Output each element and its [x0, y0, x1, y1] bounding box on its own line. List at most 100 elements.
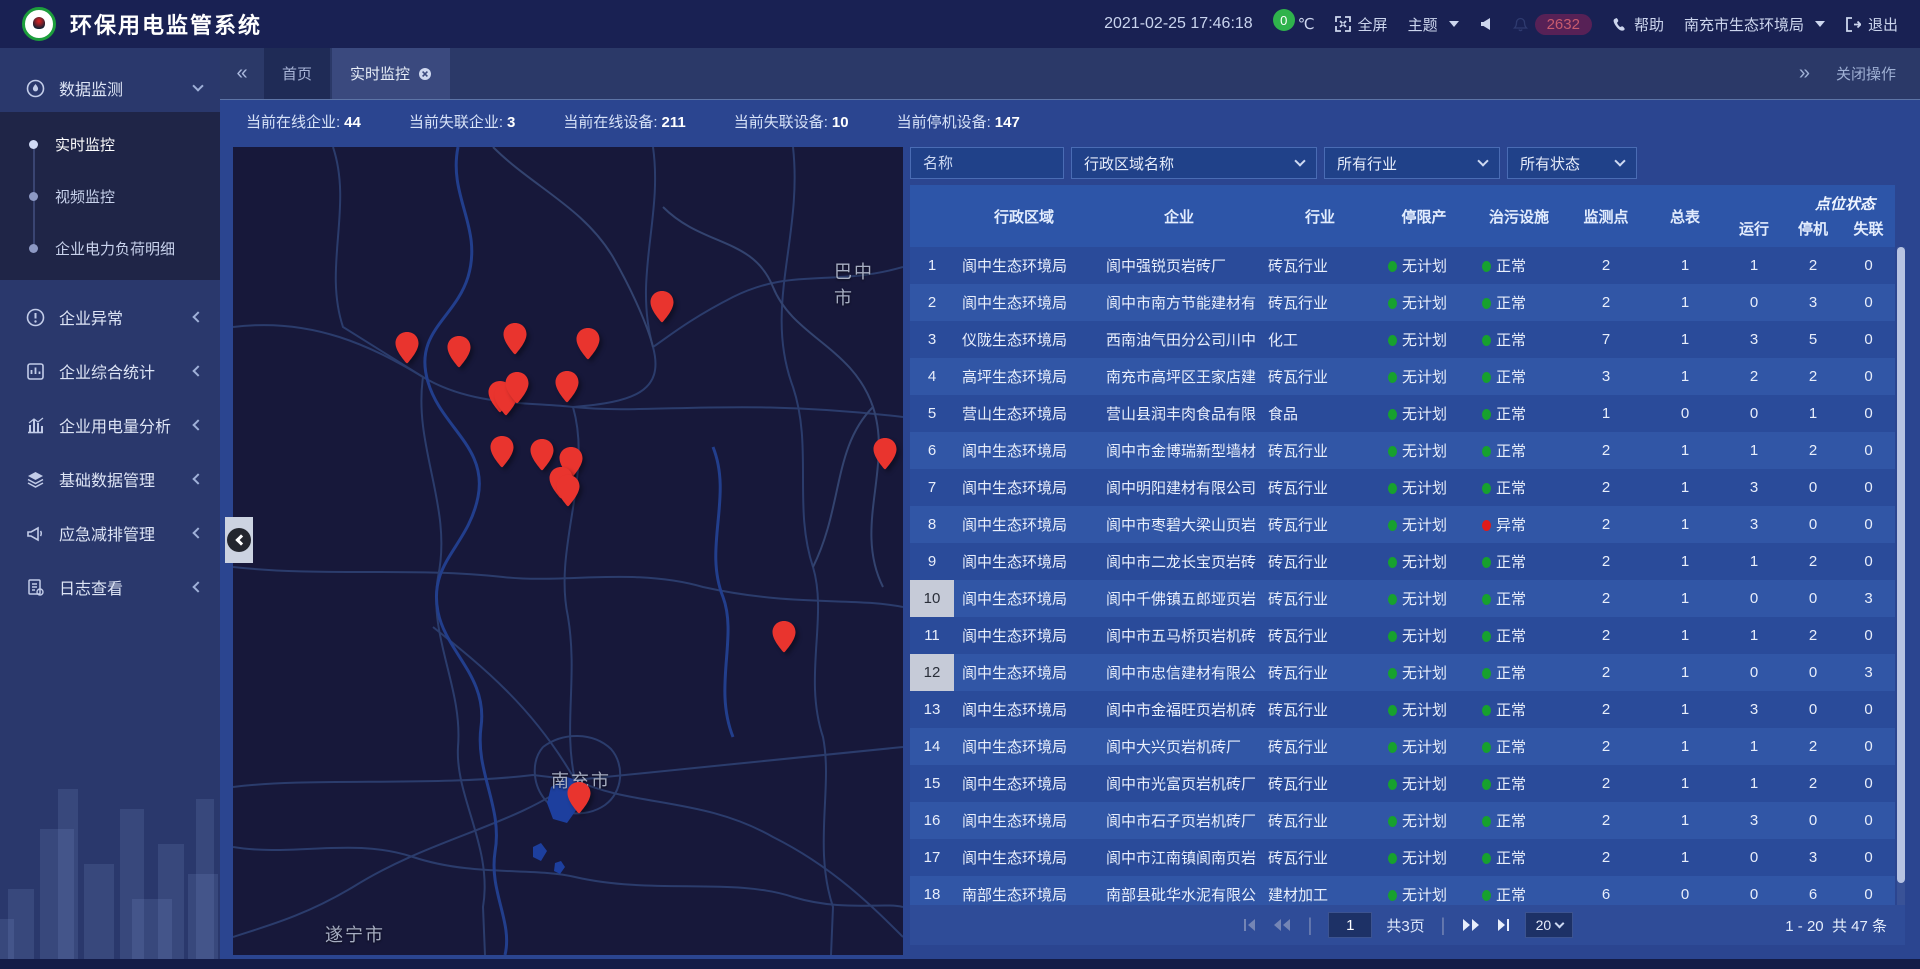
cell-halt: 2	[1784, 257, 1842, 274]
sidebar-item-label: 基础数据管理	[59, 467, 155, 491]
status-dot-icon	[1388, 631, 1397, 642]
scrollbar-thumb[interactable]	[1897, 247, 1905, 883]
sidebar-item-video-monitor[interactable]: 视频监控	[0, 170, 220, 222]
table-row[interactable]: 18 南部生态环境局 南部县砒华水泥有限公 建材加工 无计划 正常 6 0 0 …	[910, 876, 1895, 905]
status-dot-icon	[1482, 816, 1491, 827]
table-row[interactable]: 9 阆中生态环境局 阆中市二龙长宝页岩砖 砖瓦行业 无计划 正常 2 1 1 2…	[910, 543, 1895, 580]
notifications[interactable]: 2632	[1513, 14, 1592, 35]
bullet-dot-icon	[29, 192, 38, 201]
table-row[interactable]: 5 营山生态环境局 营山县润丰肉食品有限 食品 无计划 正常 1 0 0 1 0	[910, 395, 1895, 432]
sidebar-item-power-load-detail[interactable]: 企业电力负荷明细	[0, 222, 220, 274]
table-row[interactable]: 2 阆中生态环境局 阆中市南方节能建材有 砖瓦行业 无计划 正常 2 1 0 3…	[910, 284, 1895, 321]
status-dot-icon	[1482, 520, 1491, 531]
last-page-button[interactable]	[1495, 918, 1511, 932]
map-marker-pin[interactable]	[575, 327, 601, 361]
cell-lost: 0	[1842, 886, 1895, 903]
cell-industry: 砖瓦行业	[1264, 292, 1376, 313]
map[interactable]: 巴中市南充市遂宁市	[233, 147, 903, 955]
tabs-scroll-right-button[interactable]: »	[1799, 62, 1810, 85]
next-page-button[interactable]	[1461, 918, 1481, 932]
cell-industry: 砖瓦行业	[1264, 588, 1376, 609]
cell-region: 阆中生态环境局	[954, 810, 1094, 831]
help-button[interactable]: 帮助	[1612, 14, 1664, 35]
page-size-select[interactable]: 20	[1525, 912, 1573, 938]
table-row[interactable]: 17 阆中生态环境局 阆中市江南镇阆南页岩 砖瓦行业 无计划 正常 2 1 0 …	[910, 839, 1895, 876]
status-dot-icon	[1482, 261, 1491, 272]
chevron-left-icon	[192, 311, 203, 322]
sidebar-item-log-view[interactable]: 日志查看	[0, 560, 220, 614]
cell-lost: 0	[1842, 553, 1895, 570]
sidebar-item-power-analysis[interactable]: 企业用电量分析	[0, 398, 220, 452]
total-pages-label: 共3页	[1386, 915, 1424, 936]
map-marker-pin[interactable]	[566, 781, 592, 815]
table-row[interactable]: 10 阆中生态环境局 阆中千佛镇五郎垭页岩 砖瓦行业 无计划 正常 2 1 0 …	[910, 580, 1895, 617]
map-marker-pin[interactable]	[555, 474, 581, 508]
theme-dropdown[interactable]: 主题	[1408, 14, 1459, 35]
tabs-scroll-left-button[interactable]: «	[220, 48, 264, 99]
prev-page-button[interactable]	[1272, 918, 1292, 932]
table-row[interactable]: 12 阆中生态环境局 阆中市忠信建材有限公 砖瓦行业 无计划 正常 2 1 0 …	[910, 654, 1895, 691]
table-row[interactable]: 3 仪陇生态环境局 西南油气田分公司川中 化工 无计划 正常 7 1 3 5 0	[910, 321, 1895, 358]
cell-monitor-points: 2	[1566, 553, 1646, 570]
cell-stop-production: 无计划	[1376, 662, 1472, 683]
col-stop-production: 停限产	[1376, 206, 1472, 227]
name-search-input[interactable]	[910, 147, 1064, 179]
mute-button[interactable]	[1479, 17, 1493, 31]
cell-monitor-points: 1	[1566, 405, 1646, 422]
map-marker-pin[interactable]	[502, 322, 528, 356]
close-icon[interactable]	[418, 67, 432, 81]
map-marker-pin[interactable]	[771, 620, 797, 654]
table-row[interactable]: 13 阆中生态环境局 阆中市金福旺页岩机砖 砖瓦行业 无计划 正常 2 1 3 …	[910, 691, 1895, 728]
table-row[interactable]: 11 阆中生态环境局 阆中市五马桥页岩机砖 砖瓦行业 无计划 正常 2 1 1 …	[910, 617, 1895, 654]
cell-monitor-points: 2	[1566, 701, 1646, 718]
sidebar-item-realtime-monitor[interactable]: 实时监控	[0, 118, 220, 170]
sidebar-item-enterprise-statistics[interactable]: 企业综合统计	[0, 344, 220, 398]
table-row[interactable]: 1 阆中生态环境局 阆中强锐页岩砖厂 砖瓦行业 无计划 正常 2 1 1 2 0	[910, 247, 1895, 284]
page-number-input[interactable]	[1328, 912, 1372, 938]
cell-pollution-facility: 正常	[1472, 551, 1566, 572]
close-operations-button[interactable]: 关闭操作	[1836, 63, 1896, 84]
map-marker-pin[interactable]	[554, 370, 580, 404]
table-row[interactable]: 4 高坪生态环境局 南充市高坪区王家店建 砖瓦行业 无计划 正常 3 1 2 2…	[910, 358, 1895, 395]
map-marker-pin[interactable]	[504, 371, 530, 405]
pagination-range: 1 - 20 共 47 条	[1785, 915, 1887, 936]
cell-pollution-facility: 正常	[1472, 662, 1566, 683]
table-row[interactable]: 16 阆中生态环境局 阆中市石子页岩机砖厂 砖瓦行业 无计划 正常 2 1 3 …	[910, 802, 1895, 839]
map-marker-pin[interactable]	[489, 435, 515, 469]
cell-stop-production: 无计划	[1376, 366, 1472, 387]
table-row[interactable]: 8 阆中生态环境局 阆中市枣碧大梁山页岩 砖瓦行业 无计划 异常 2 1 3 0…	[910, 506, 1895, 543]
sidebar-item-base-data[interactable]: 基础数据管理	[0, 452, 220, 506]
map-marker-pin[interactable]	[394, 331, 420, 365]
cell-total-meter: 1	[1646, 849, 1724, 866]
cell-total-meter: 0	[1646, 886, 1724, 903]
cell-industry: 砖瓦行业	[1264, 514, 1376, 535]
status-dot-icon	[1388, 779, 1397, 790]
sidebar-item-emergency-reduction[interactable]: 应急减排管理	[0, 506, 220, 560]
region-select[interactable]: 行政区域名称	[1071, 147, 1317, 179]
status-select[interactable]: 所有状态	[1507, 147, 1637, 179]
cell-stop-production: 无计划	[1376, 773, 1472, 794]
cell-industry: 化工	[1264, 329, 1376, 350]
sidebar-item-data-monitoring[interactable]: 数据监测	[0, 64, 220, 112]
table-row[interactable]: 6 阆中生态环境局 阆中市金博瑞新型墙材 砖瓦行业 无计划 正常 2 1 1 2…	[910, 432, 1895, 469]
logout-button[interactable]: 退出	[1845, 14, 1898, 35]
cell-industry: 砖瓦行业	[1264, 810, 1376, 831]
sidebar-item-enterprise-abnormal[interactable]: 企业异常	[0, 290, 220, 344]
cell-lost: 0	[1842, 701, 1895, 718]
table-row[interactable]: 14 阆中生态环境局 阆中大兴页岩机砖厂 砖瓦行业 无计划 正常 2 1 1 2…	[910, 728, 1895, 765]
fullscreen-button[interactable]: 全屏	[1335, 14, 1388, 35]
table-row[interactable]: 7 阆中生态环境局 阆中明阳建材有限公司 砖瓦行业 无计划 正常 2 1 3 0…	[910, 469, 1895, 506]
map-marker-pin[interactable]	[872, 437, 898, 471]
industry-select[interactable]: 所有行业	[1324, 147, 1500, 179]
map-marker-pin[interactable]	[446, 335, 472, 369]
status-dot-icon	[1388, 483, 1397, 494]
first-page-button[interactable]	[1242, 918, 1258, 932]
map-marker-pin[interactable]	[649, 290, 675, 324]
tab-realtime-monitor[interactable]: 实时监控	[332, 48, 450, 99]
org-dropdown[interactable]: 南充市生态环境局	[1684, 14, 1825, 35]
tab-home[interactable]: 首页	[264, 48, 330, 99]
cell-region: 阆中生态环境局	[954, 773, 1094, 794]
panel-collapse-button[interactable]	[225, 517, 253, 563]
table-row[interactable]: 15 阆中生态环境局 阆中市光富页岩机砖厂 砖瓦行业 无计划 正常 2 1 1 …	[910, 765, 1895, 802]
cell-stop-production: 无计划	[1376, 292, 1472, 313]
